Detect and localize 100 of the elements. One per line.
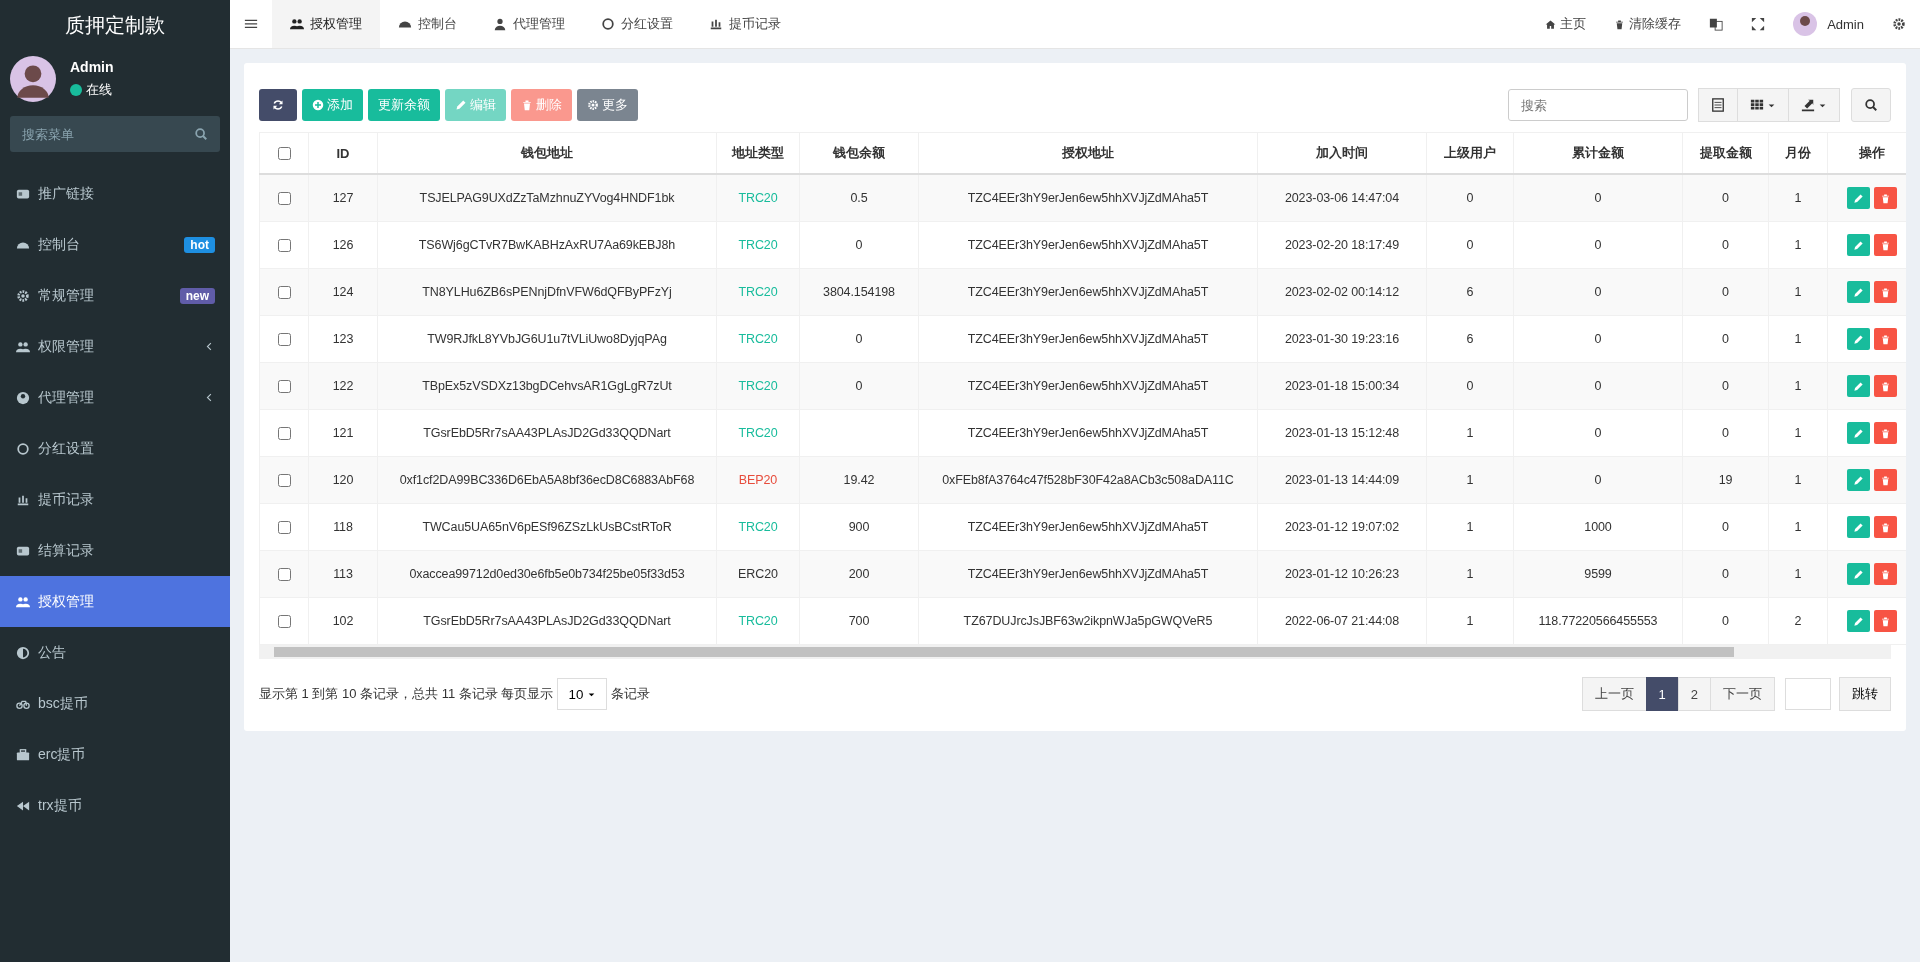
delete-button[interactable] [1874, 234, 1897, 256]
column-header[interactable]: 月份 [1785, 145, 1811, 160]
page-tab[interactable]: 代理管理 [475, 0, 583, 48]
edit-button[interactable] [1847, 469, 1870, 491]
table-cell: 124 [332, 285, 354, 299]
menu-search-field[interactable]: 搜索菜单 [10, 116, 220, 152]
column-header[interactable]: 加入时间 [1316, 145, 1368, 160]
column-header[interactable]: ID [336, 145, 350, 161]
users-icon [16, 594, 30, 609]
edit-button[interactable] [1847, 610, 1870, 632]
export-button[interactable] [1788, 88, 1840, 122]
page-button[interactable]: 2 [1677, 677, 1711, 711]
page-button[interactable]: 下一页 [1710, 677, 1775, 711]
sidebar-item[interactable]: 分红设置 [0, 423, 230, 474]
edit-button[interactable] [1847, 516, 1870, 538]
sidebar-item[interactable]: 代理管理 [0, 372, 230, 423]
edit-button[interactable] [1847, 563, 1870, 585]
jump-button[interactable]: 跳转 [1839, 677, 1891, 711]
sidebar-item[interactable]: trx提币 [0, 780, 230, 831]
delete-button[interactable] [1874, 328, 1897, 350]
sidebar-item[interactable]: 提币记录 [0, 474, 230, 525]
sidebar-item[interactable]: 控制台 hot [0, 219, 230, 270]
delete-button[interactable] [1874, 187, 1897, 209]
row-checkbox[interactable] [278, 238, 291, 252]
toggle-view-button[interactable] [1698, 88, 1738, 122]
page-button[interactable]: 上一页 [1581, 677, 1647, 711]
row-checkbox[interactable] [278, 332, 291, 346]
page-tab[interactable]: 提币记录 [691, 0, 799, 48]
search-button[interactable] [1851, 88, 1891, 122]
address-type-label: TRC20 [738, 614, 778, 628]
delete-button[interactable] [1874, 563, 1897, 585]
edit-button[interactable] [1847, 234, 1870, 256]
sidebar-item[interactable]: 推广链接 [0, 168, 230, 219]
bars-icon [709, 17, 723, 31]
list-icon [1711, 98, 1725, 112]
row-checkbox[interactable] [278, 285, 291, 299]
user-name[interactable]: Admin [1827, 16, 1864, 32]
page-button[interactable]: 1 [1645, 677, 1679, 711]
table-cell: 0 [1722, 285, 1729, 299]
column-header[interactable]: 累计金额 [1572, 145, 1624, 160]
delete-button[interactable] [1874, 610, 1897, 632]
column-header[interactable]: 钱包地址 [521, 145, 573, 160]
more-button[interactable]: 更多 [577, 89, 638, 121]
edit-button[interactable] [1847, 281, 1870, 303]
edit-button[interactable] [1847, 422, 1870, 444]
delete-button[interactable] [1874, 516, 1897, 538]
column-header[interactable]: 钱包余额 [833, 145, 885, 160]
row-checkbox[interactable] [278, 520, 291, 534]
home-link[interactable]: 主页 [1531, 15, 1601, 33]
trash-icon [1880, 427, 1891, 439]
table-cell: 118.77220566455553 [1538, 614, 1658, 628]
table-cell: 0 [1594, 473, 1602, 487]
table-cell: 2023-01-12 19:07:02 [1284, 520, 1400, 534]
table-cell: TGsrEbD5Rr7sAA43PLAsJD2Gd33QQDNart [423, 426, 671, 440]
select-all-checkbox[interactable] [278, 146, 291, 160]
trash-icon [1880, 192, 1891, 204]
column-header[interactable]: 授权地址 [1062, 145, 1114, 160]
column-header[interactable]: 操作 [1859, 145, 1885, 160]
row-checkbox[interactable] [278, 191, 291, 205]
pencil-icon [1853, 333, 1864, 345]
page-tab[interactable]: 控制台 [380, 0, 475, 48]
row-checkbox[interactable] [278, 614, 291, 628]
table-cell: 0 [1594, 426, 1602, 440]
table-cell: 0 [1722, 614, 1729, 628]
row-checkbox[interactable] [278, 567, 291, 581]
sidebar-item[interactable]: 权限管理 [0, 321, 230, 372]
page-tab[interactable]: 授权管理 [272, 0, 380, 48]
sidebar-item[interactable]: erc提币 [0, 729, 230, 780]
table-cell: 1 [1794, 520, 1802, 534]
search-field[interactable]: 搜索 [1508, 89, 1688, 121]
table-cell: TN8YLHu6ZB6sPENnjDfnVFW6dQFByPFzYj [422, 285, 672, 299]
row-checkbox[interactable] [278, 379, 291, 393]
table-cell: 0 [1466, 191, 1474, 205]
page-number-field[interactable] [1785, 678, 1831, 710]
table-cell: 126 [332, 238, 354, 252]
edit-button[interactable] [1847, 328, 1870, 350]
edit-button[interactable] [1847, 187, 1870, 209]
delete-button[interactable] [1874, 375, 1897, 397]
sidebar-item[interactable]: bsc提币 [0, 678, 230, 729]
edit-button[interactable] [1847, 375, 1870, 397]
users-icon [16, 339, 30, 354]
user-circle-icon [16, 390, 30, 405]
refresh-button[interactable] [259, 89, 297, 121]
table-cell: 0 [855, 238, 863, 252]
row-checkbox[interactable] [278, 473, 291, 487]
row-checkbox[interactable] [278, 426, 291, 440]
delete-button[interactable] [1874, 281, 1897, 303]
delete-button[interactable] [1874, 469, 1897, 491]
sidebar-item[interactable]: 授权管理 [0, 576, 230, 627]
trash-icon [1880, 239, 1891, 251]
page-size-dropdown[interactable]: 10 [557, 678, 608, 710]
sidebar-item[interactable]: 常规管理 new [0, 270, 230, 321]
sidebar-item[interactable]: 公告 [0, 627, 230, 678]
columns-button[interactable] [1737, 88, 1789, 122]
delete-button[interactable] [1874, 422, 1897, 444]
sidebar-item[interactable]: 结算记录 [0, 525, 230, 576]
page-tab[interactable]: 分红设置 [583, 0, 691, 48]
clear-cache-link[interactable]: 清除缓存 [1600, 15, 1696, 33]
horizontal-scrollbar[interactable] [259, 645, 1891, 659]
circle-icon [601, 17, 615, 31]
